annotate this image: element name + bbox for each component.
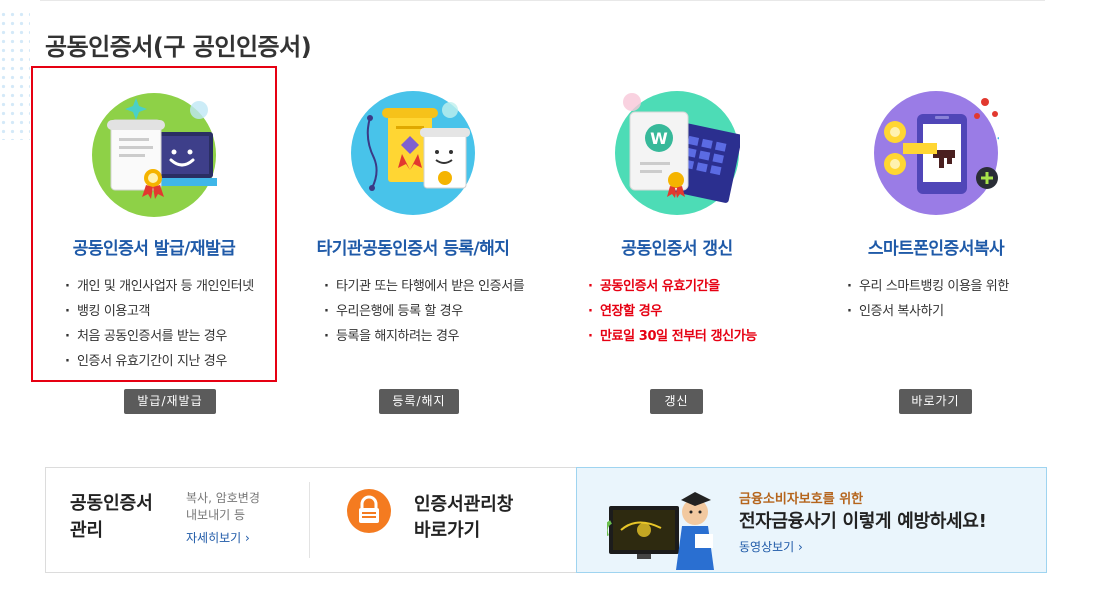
list-item: 우리은행에 등록 할 경우 [322, 299, 542, 324]
manage-sub-line1: 복사, 암호변경 [186, 491, 260, 505]
list-item: 타기관 또는 타행에서 받은 인증서를 [322, 274, 542, 299]
issue-button[interactable]: 발급/재발급 [124, 389, 216, 414]
card-smartphone-copy: 스마트폰인증서복사 우리 스마트뱅킹 이용을 위한 인증서 복사하기 [813, 66, 1059, 382]
cert-window-line2: 바로가기 [414, 520, 481, 541]
list-item: 개인 및 개인사업자 등 개인인터넷 [63, 274, 283, 299]
details-link[interactable]: 자세히보기 › [186, 529, 250, 546]
card-title[interactable]: 스마트폰인증서복사 [813, 234, 1059, 259]
list-item: 인증서 복사하기 [845, 299, 1065, 324]
renew-button[interactable]: 갱신 [650, 389, 703, 414]
certificate-scroll-icon [351, 91, 475, 215]
card-renew: W 공동인증서 갱신 공동인증서 유효기간을 연장할 경우 만료일 30일 전부… [554, 66, 800, 382]
list-item: 공동인증서 유효기간을 [586, 274, 806, 299]
decorative-dots [0, 10, 30, 140]
svg-text:W: W [650, 129, 668, 148]
lock-icon[interactable] [346, 488, 392, 534]
card-description: 우리 스마트뱅킹 이용을 위한 인증서 복사하기 [845, 274, 1065, 324]
register-button[interactable]: 등록/해지 [379, 389, 459, 414]
list-item: 처음 공동인증서를 받는 경우 [63, 324, 283, 349]
card-title[interactable]: 타기관공동인증서 등록/해지 [290, 234, 536, 259]
list-item: 인증서 유효기간이 지난 경우 [63, 349, 283, 374]
bottom-panel: 공동인증서 관리 복사, 암호변경 내보내기 등 자세히보기 › 인증서관리창 … [45, 467, 1047, 573]
smartphone-key-icon [874, 91, 999, 215]
top-divider [40, 0, 1045, 1]
card-description: 공동인증서 유효기간을 연장할 경우 만료일 30일 전부터 갱신가능 [586, 274, 806, 349]
divider [309, 482, 310, 558]
manage-title-line2: 관리 [70, 520, 104, 541]
video-link[interactable]: 동영상보기 › [739, 538, 803, 555]
list-item: 등록을 해지하려는 경우 [322, 324, 542, 349]
go-button[interactable]: 바로가기 [899, 389, 972, 414]
card-register: 타기관공동인증서 등록/해지 타기관 또는 타행에서 받은 인증서를 우리은행에… [290, 66, 536, 382]
card-title[interactable]: 공동인증서 갱신 [554, 234, 800, 259]
promo-banner[interactable]: 금융소비자보호를 위한 전자금융사기 이렇게 예방하세요! 동영상보기 › [576, 467, 1047, 573]
list-item: 뱅킹 이용고객 [63, 299, 283, 324]
manage-description: 복사, 암호변경 내보내기 등 [186, 490, 286, 524]
list-item: 만료일 30일 전부터 갱신가능 [586, 324, 806, 349]
cert-window-link[interactable]: 인증서관리창 바로가기 [414, 492, 554, 544]
list-item: 연장할 경우 [586, 299, 806, 324]
page-title: 공동인증서(구 공인인증서) [45, 33, 312, 61]
card-issue: 공동인증서 발급/재발급 개인 및 개인사업자 등 개인인터넷 뱅킹 이용고객 … [31, 66, 277, 382]
promo-subtitle: 금융소비자보호를 위한 [739, 492, 864, 507]
manage-title-line1: 공동인증서 [70, 493, 153, 514]
manage-title: 공동인증서 관리 [70, 490, 170, 544]
promo-title: 전자금융사기 이렇게 예방하세요! [739, 511, 987, 532]
video-teacher-illustration [607, 492, 714, 570]
list-item: 우리 스마트뱅킹 이용을 위한 [845, 274, 1065, 299]
certificate-laptop-icon [92, 93, 217, 217]
certificate-calendar-icon: W [615, 91, 740, 215]
card-description: 타기관 또는 타행에서 받은 인증서를 우리은행에 등록 할 경우 등록을 해지… [322, 274, 542, 349]
card-title[interactable]: 공동인증서 발급/재발급 [33, 234, 275, 259]
cert-window-line1: 인증서관리창 [414, 494, 514, 515]
card-description: 개인 및 개인사업자 등 개인인터넷 뱅킹 이용고객 처음 공동인증서를 받는 … [63, 274, 283, 374]
manage-sub-line2: 내보내기 등 [186, 508, 246, 522]
